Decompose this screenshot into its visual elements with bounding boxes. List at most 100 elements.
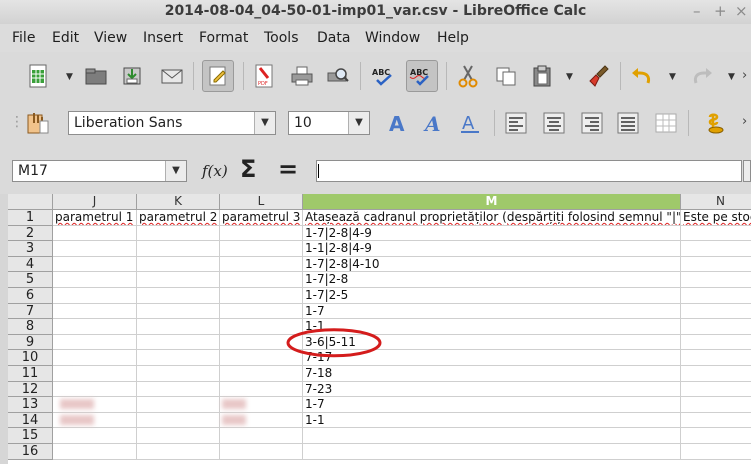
cell-l3[interactable]: [220, 241, 303, 257]
spreadsheet-grid[interactable]: J K L M N 1 parametrul 1 parametrul 2 parametrul…: [8, 194, 751, 464]
cell-m9[interactable]: 3-6|5-11: [303, 334, 681, 351]
cell-n2[interactable]: [681, 226, 751, 242]
minimize-button[interactable]: –: [693, 2, 701, 20]
cell-m3[interactable]: 1-1|2-8|4-9: [303, 241, 681, 257]
cut-button[interactable]: [452, 60, 484, 92]
row-header[interactable]: 3: [8, 241, 53, 257]
cell-k7[interactable]: [137, 303, 220, 320]
menu-edit[interactable]: Edit: [52, 30, 79, 46]
row-header[interactable]: 13: [8, 397, 53, 413]
cell-k15[interactable]: [137, 428, 220, 444]
row-header[interactable]: 6: [8, 288, 53, 304]
cell-k1[interactable]: parametrul 2: [137, 210, 220, 226]
row-header[interactable]: 7: [8, 303, 53, 320]
row-header[interactable]: 11: [8, 366, 53, 382]
justify-button[interactable]: [612, 107, 644, 139]
paste-dropdown-arrow[interactable]: ▼: [566, 72, 573, 82]
cell-m10[interactable]: 7-17: [303, 350, 681, 366]
menu-format[interactable]: Format: [199, 30, 248, 46]
column-header-n[interactable]: N: [681, 194, 751, 210]
spellcheck-button[interactable]: ABC: [368, 60, 400, 92]
toolbar-overflow-icon[interactable]: ›: [742, 114, 747, 129]
column-header-m[interactable]: M: [303, 194, 681, 210]
row-header[interactable]: 15: [8, 428, 53, 444]
row-header[interactable]: 5: [8, 272, 53, 288]
row-header[interactable]: 12: [8, 381, 53, 398]
cell-n13[interactable]: [681, 397, 751, 413]
autospellcheck-button[interactable]: ABC: [406, 60, 438, 92]
cell-j6[interactable]: [53, 288, 137, 304]
cell-k11[interactable]: [137, 366, 220, 382]
align-right-button[interactable]: [576, 107, 608, 139]
cell-m11[interactable]: 7-18: [303, 366, 681, 382]
sum-button[interactable]: Σ: [240, 155, 256, 183]
row-header[interactable]: 1: [8, 210, 53, 226]
cell-l4[interactable]: [220, 256, 303, 273]
cell-l11[interactable]: [220, 366, 303, 382]
cell-l12[interactable]: [220, 381, 303, 398]
chevron-down-icon[interactable]: ▼: [348, 112, 369, 134]
cell-j3[interactable]: [53, 241, 137, 257]
underline-button[interactable]: A: [454, 107, 486, 139]
column-header-k[interactable]: K: [137, 194, 220, 210]
formula-input[interactable]: [316, 160, 742, 182]
cell-n4[interactable]: [681, 257, 751, 273]
open-button[interactable]: [80, 60, 112, 92]
menu-data[interactable]: Data: [317, 30, 350, 46]
menu-view[interactable]: View: [94, 30, 127, 46]
row-header[interactable]: 9: [8, 334, 53, 351]
cell-m2[interactable]: 1-7|2-8|4-9: [303, 225, 681, 242]
cell-l1[interactable]: parametrul 3: [220, 210, 303, 226]
cell-m1[interactable]: Atașează cadranul proprietăților (despăr…: [303, 210, 681, 226]
cell-j8[interactable]: [53, 319, 137, 335]
redo-button[interactable]: [686, 60, 718, 92]
close-button[interactable]: ×: [735, 2, 748, 20]
cell-n8[interactable]: [681, 319, 751, 335]
cell-k9[interactable]: [137, 334, 220, 351]
cell-l16[interactable]: [220, 444, 303, 460]
select-all-corner[interactable]: [8, 194, 53, 210]
cell-n16[interactable]: [681, 444, 751, 460]
function-wizard-button[interactable]: f(x): [202, 162, 228, 180]
cell-n5[interactable]: [681, 272, 751, 288]
clone-formatting-button[interactable]: [584, 60, 616, 92]
merge-cells-button[interactable]: [650, 107, 682, 139]
cell-l6[interactable]: [220, 288, 303, 304]
cell-m12[interactable]: 7-23: [303, 381, 681, 398]
new-spreadsheet-button[interactable]: [22, 60, 54, 92]
cell-l7[interactable]: [220, 303, 303, 320]
cell-k6[interactable]: [137, 288, 220, 304]
column-header-j[interactable]: J: [53, 194, 137, 210]
name-box[interactable]: M17 ▼: [12, 160, 187, 182]
cell-k10[interactable]: [137, 350, 220, 366]
italic-button[interactable]: A: [418, 107, 450, 139]
row-header[interactable]: 14: [8, 412, 53, 429]
row-header[interactable]: 10: [8, 350, 53, 366]
menu-tools[interactable]: Tools: [264, 30, 299, 46]
cell-m16[interactable]: [303, 444, 681, 460]
copy-button[interactable]: [490, 60, 522, 92]
menu-file[interactable]: File: [12, 30, 35, 46]
row-header[interactable]: 8: [8, 319, 53, 335]
menu-insert[interactable]: Insert: [143, 30, 183, 46]
maximize-button[interactable]: +: [714, 2, 727, 20]
cell-j1[interactable]: parametrul 1: [53, 210, 137, 226]
cell-n1[interactable]: Este pe stoc: [681, 210, 751, 226]
edit-file-button[interactable]: [202, 60, 234, 92]
cell-j12[interactable]: [53, 381, 137, 398]
row-header[interactable]: 4: [8, 256, 53, 273]
cell-k4[interactable]: [137, 256, 220, 273]
row-header[interactable]: 2: [8, 225, 53, 242]
cell-j10[interactable]: [53, 350, 137, 366]
row-header[interactable]: 16: [8, 444, 53, 460]
cell-n7[interactable]: [681, 304, 751, 320]
cell-k5[interactable]: [137, 272, 220, 288]
cell-m8[interactable]: 1-1: [303, 319, 681, 335]
cell-j11[interactable]: [53, 366, 137, 382]
formula-button[interactable]: =: [278, 155, 298, 183]
cell-n15[interactable]: [681, 428, 751, 444]
cell-m13[interactable]: 1-7: [303, 397, 681, 413]
cell-n11[interactable]: [681, 366, 751, 382]
cell-m14[interactable]: 1-1: [303, 412, 681, 429]
cell-n6[interactable]: [681, 288, 751, 304]
